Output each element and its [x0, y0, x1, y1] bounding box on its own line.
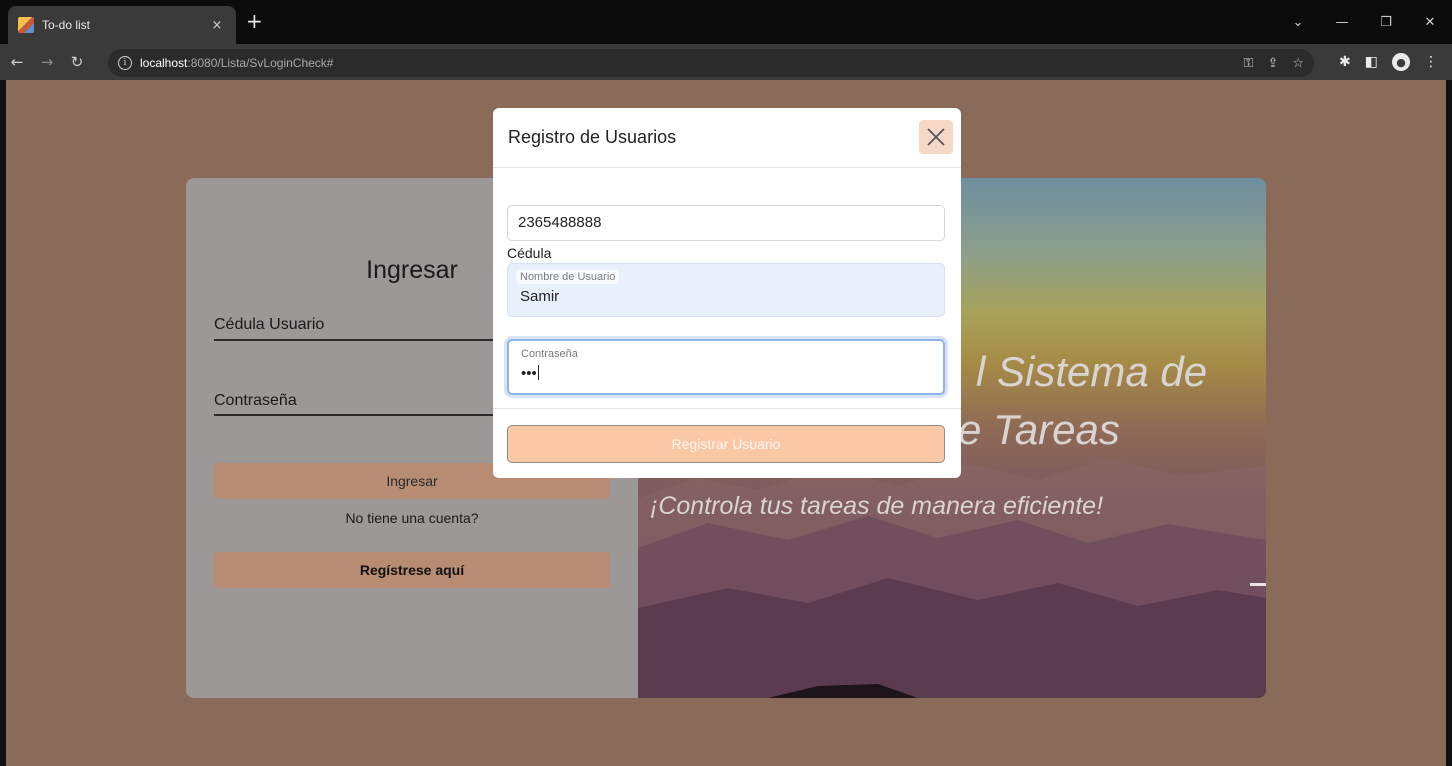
hero-tagline: ¡Controla tus tareas de manera eficiente… [650, 492, 1104, 520]
username-float-label: Nombre de Usuario [516, 270, 620, 284]
username-input[interactable]: Nombre de Usuario Samir [507, 263, 945, 317]
url-host: localhost [140, 56, 188, 70]
maximize-button[interactable]: ❐ [1364, 8, 1408, 36]
browser-toolbar: ← → ↻ i localhost :8080/Lista/SvLoginChe… [0, 44, 1452, 80]
star-icon[interactable]: ☆ [1292, 56, 1304, 71]
side-panel-icon[interactable]: ◧ [1365, 54, 1378, 70]
modal-title: Registro de Usuarios [508, 127, 677, 147]
reload-icon[interactable]: ↻ [64, 53, 90, 71]
hero-title-line1: l Sistema de [976, 348, 1208, 395]
register-modal: Registro de Usuarios 2365488888 Cédula N… [493, 108, 961, 478]
close-icon [927, 128, 945, 146]
forward-icon[interactable]: → [34, 53, 60, 71]
address-bar[interactable]: i localhost :8080/Lista/SvLoginCheck# ⚿ … [108, 49, 1314, 77]
username-value: Samir [520, 288, 560, 305]
address-bar-actions: ⚿ ⇪ ☆ [1244, 49, 1304, 77]
back-icon[interactable]: ← [4, 53, 30, 71]
menu-icon[interactable]: ⋮ [1424, 54, 1438, 70]
id-label: Cédula Usuario [214, 316, 325, 333]
id-field-label: Cédula [507, 245, 552, 261]
register-link-button[interactable]: Regístrese aquí [214, 552, 610, 588]
tab-title: To-do list [42, 18, 91, 32]
no-account-text: No tiene una cuenta? [345, 510, 479, 526]
new-tab-button[interactable]: + [246, 11, 263, 31]
password-value: ••• [521, 365, 539, 382]
modal-footer: Registrar Usuario [493, 408, 961, 478]
register-user-button[interactable]: Registrar Usuario [507, 425, 945, 463]
tab-strip: To-do list × + ⌄ — ❐ ✕ [0, 0, 1452, 44]
tab-search-icon[interactable]: ⌄ [1276, 8, 1320, 36]
browser-window: To-do list × + ⌄ — ❐ ✕ ← → ↻ i localhost… [0, 0, 1452, 766]
modal-header: Registro de Usuarios [493, 108, 961, 168]
extension-area: ✱ ◧ ● ⋮ [1339, 44, 1438, 80]
password-float-label: Contraseña [521, 348, 578, 360]
id-input[interactable]: 2365488888 [507, 205, 945, 241]
share-icon[interactable]: ⇪ [1267, 56, 1278, 71]
modal-close-button[interactable] [919, 120, 953, 154]
url-path: :8080/Lista/SvLoginCheck# [187, 56, 334, 70]
puzzle-icon[interactable]: ✱ [1339, 54, 1351, 70]
password-label: Contraseña [214, 392, 297, 409]
tab-close-icon[interactable]: × [208, 18, 226, 33]
profile-avatar-icon[interactable]: ● [1392, 53, 1410, 71]
favicon-icon [18, 17, 34, 33]
browser-tab[interactable]: To-do list × [8, 6, 236, 44]
key-icon[interactable]: ⚿ [1244, 56, 1254, 71]
info-icon[interactable]: i [118, 56, 132, 70]
minimize-button[interactable]: — [1320, 8, 1364, 36]
text-caret [537, 365, 539, 380]
window-controls: ⌄ — ❐ ✕ [1276, 8, 1452, 36]
password-input[interactable]: Contraseña ••• [507, 339, 945, 395]
page-viewport: Ingresar Cédula Usuario Contraseña Ingre… [6, 80, 1446, 766]
close-window-button[interactable]: ✕ [1408, 8, 1452, 36]
hero-title-line2: e Tareas [958, 406, 1120, 453]
password-dots: ••• [521, 365, 537, 382]
